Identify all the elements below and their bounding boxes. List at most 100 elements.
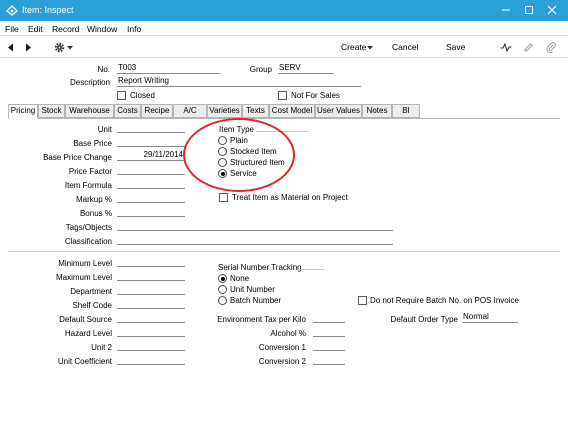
department-field[interactable]: [117, 284, 185, 295]
chevron-down-icon[interactable]: [67, 46, 73, 50]
radio-serial-none-label: None: [230, 274, 250, 283]
tab-cost-model[interactable]: Cost Model: [269, 104, 315, 118]
paperclip-icon[interactable]: [546, 41, 556, 53]
tags-objects-field[interactable]: [117, 220, 393, 231]
tab-stock[interactable]: Stock: [38, 104, 65, 118]
tab-pricing[interactable]: Pricing: [8, 104, 38, 119]
hazard-level-field[interactable]: [117, 326, 185, 337]
maximize-button[interactable]: [522, 3, 536, 17]
menu-window[interactable]: Window: [87, 24, 117, 34]
serial-tracking-label: Serial Number Tracking: [218, 263, 302, 272]
tab-user-values[interactable]: User Values: [315, 104, 362, 118]
conversion2-label: Conversion 2: [258, 357, 306, 366]
tab-texts[interactable]: Texts: [242, 104, 269, 118]
radio-serial-unit-number[interactable]: [218, 285, 227, 294]
menu-info[interactable]: Info: [127, 24, 141, 34]
bonus-label: Bonus %: [79, 209, 112, 218]
arrow-right-icon[interactable]: [24, 43, 32, 52]
close-window-button[interactable]: [545, 3, 559, 17]
classification-label: Classification: [64, 237, 112, 246]
section-divider: [8, 251, 560, 252]
classification-field[interactable]: [117, 234, 393, 245]
bonus-field[interactable]: [117, 206, 185, 217]
not-for-sales-checkbox[interactable]: [278, 91, 287, 100]
item-formula-label: Item Formula: [64, 181, 112, 190]
alcohol-field[interactable]: [313, 326, 345, 337]
close-icon: [547, 5, 557, 15]
env-tax-field[interactable]: [313, 312, 345, 323]
shelf-code-label: Shelf Code: [72, 301, 112, 310]
minimum-level-field[interactable]: [117, 256, 185, 267]
radio-serial-unit-number-label: Unit Number: [230, 285, 275, 294]
base-price-field[interactable]: [117, 136, 185, 147]
unit2-label: Unit 2: [91, 343, 112, 352]
maximum-level-field[interactable]: [117, 270, 185, 281]
closed-checkbox[interactable]: [117, 91, 126, 100]
tab-notes[interactable]: Notes: [362, 104, 392, 118]
menu-record[interactable]: Record: [52, 24, 79, 34]
title-bar: Item: Inspect: [0, 0, 568, 21]
menu-edit[interactable]: Edit: [28, 24, 43, 34]
tab-bi[interactable]: BI: [392, 104, 420, 118]
group-label: Group: [249, 65, 272, 74]
radio-serial-none[interactable]: [218, 274, 227, 283]
description-field[interactable]: Report Writing: [117, 76, 361, 87]
window-title: Item: Inspect: [22, 5, 74, 15]
minimize-button[interactable]: [499, 3, 513, 17]
item-formula-field[interactable]: [117, 178, 185, 189]
tags-objects-label: Tags/Objects: [65, 223, 112, 232]
maximize-icon: [525, 6, 533, 14]
gear-icon[interactable]: [53, 41, 66, 54]
tab-ac[interactable]: A/C: [173, 104, 207, 118]
create-dropdown-icon[interactable]: [367, 46, 373, 50]
create-button[interactable]: Create: [341, 42, 367, 52]
conversion1-field[interactable]: [313, 340, 345, 351]
arrow-left-icon[interactable]: [7, 43, 15, 52]
cancel-button[interactable]: Cancel: [392, 42, 418, 52]
radio-serial-batch-number[interactable]: [218, 296, 227, 305]
tab-baseline: [8, 118, 560, 119]
treat-as-material-label: Treat Item as Material on Project: [232, 193, 348, 202]
menu-file[interactable]: File: [5, 24, 19, 34]
tab-warehouse[interactable]: Warehouse: [65, 104, 114, 118]
default-order-type-field[interactable]: Normal: [462, 312, 518, 323]
minimum-level-label: Minimum Level: [58, 259, 112, 268]
conversion2-field[interactable]: [313, 354, 345, 365]
alcohol-label: Alcohol %: [270, 329, 306, 338]
base-price-change-field[interactable]: 29/11/2014: [117, 150, 185, 161]
unit-field[interactable]: [117, 122, 185, 133]
default-source-field[interactable]: [117, 312, 185, 323]
price-factor-label: Price Factor: [68, 167, 112, 176]
description-label: Description: [69, 78, 110, 87]
markup-label: Markup %: [75, 195, 112, 204]
activity-icon[interactable]: [500, 43, 512, 52]
save-button[interactable]: Save: [446, 42, 465, 52]
default-source-label: Default Source: [59, 315, 112, 324]
markup-field[interactable]: [117, 192, 185, 203]
env-tax-label: Environment Tax per Kilo: [217, 315, 306, 324]
hazard-level-label: Hazard Level: [64, 329, 112, 338]
unit2-field[interactable]: [117, 340, 185, 351]
unit-coefficient-label: Unit Coefficient: [57, 357, 112, 366]
group-field[interactable]: SERV: [278, 63, 334, 74]
pencil-icon[interactable]: [523, 42, 533, 53]
treat-as-material-checkbox[interactable]: [219, 193, 228, 202]
toolbar: Create Cancel Save: [0, 36, 568, 58]
tab-costs[interactable]: Costs: [114, 104, 141, 118]
not-for-sales-label: Not For Sales: [291, 91, 340, 100]
department-label: Department: [70, 287, 112, 296]
unit-coefficient-field[interactable]: [117, 354, 185, 365]
base-price-label: Base Price: [73, 139, 112, 148]
no-field[interactable]: T003: [117, 63, 220, 74]
conversion1-label: Conversion 1: [258, 343, 306, 352]
unit-label: Unit: [97, 125, 112, 134]
menu-bar: File Edit Record Window Info: [0, 21, 568, 36]
base-price-change-label: Base Price Change: [43, 153, 112, 162]
no-batch-pos-checkbox[interactable]: [358, 296, 367, 305]
tab-recipe[interactable]: Recipe: [141, 104, 173, 118]
serial-tracking-rule: [298, 260, 324, 270]
tab-varieties[interactable]: Varieties: [207, 104, 242, 118]
shelf-code-field[interactable]: [117, 298, 185, 309]
price-factor-field[interactable]: [117, 164, 185, 175]
default-order-type-label: Default Order Type: [390, 315, 458, 324]
